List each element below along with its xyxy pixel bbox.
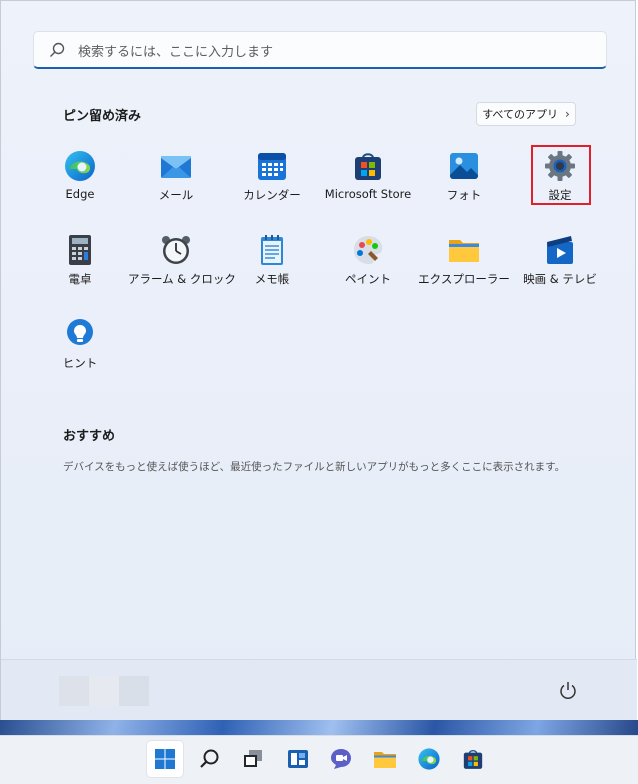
app-label: 映画 & テレビ xyxy=(523,272,597,286)
user-name-blurred[interactable] xyxy=(89,676,119,706)
taskbar-search-button[interactable] xyxy=(195,744,225,774)
edge-icon xyxy=(65,151,95,181)
app-file-explorer[interactable]: エクスプローラー xyxy=(416,233,512,303)
paint-icon xyxy=(354,236,383,264)
app-label: 電卓 xyxy=(68,272,92,286)
settings-highlight-box xyxy=(531,145,591,205)
taskbar-start-button[interactable] xyxy=(147,741,183,777)
search-input[interactable]: 検索するには、ここに入力します xyxy=(33,31,607,69)
recommended-title: おすすめ xyxy=(63,429,116,444)
app-label: ヒント xyxy=(62,356,98,370)
desktop-wallpaper xyxy=(0,720,638,735)
app-label: Microsoft Store xyxy=(324,187,412,201)
start-icon xyxy=(155,749,175,769)
alarm-clock-icon xyxy=(162,236,190,264)
app-label: カレンダー xyxy=(243,188,301,202)
start-menu: 検索するには、ここに入力します ピン留め済み すべてのアプリ › Edge メー… xyxy=(0,0,637,722)
taskbar xyxy=(0,735,638,784)
file-explorer-icon xyxy=(374,752,396,768)
mail-icon xyxy=(161,156,191,178)
taskbar-file-explorer-button[interactable] xyxy=(370,744,400,774)
taskbar-chat-button[interactable] xyxy=(326,744,356,774)
all-apps-button[interactable]: すべてのアプリ › xyxy=(476,102,576,126)
taskbar-edge-button[interactable] xyxy=(414,744,444,774)
power-icon[interactable] xyxy=(557,680,579,702)
app-calendar[interactable]: カレンダー xyxy=(224,149,320,219)
search-icon xyxy=(200,749,219,768)
recommended-description: デバイスをもっと使えば使うほど、最近使ったファイルと新しいアプリがもっと多くここ… xyxy=(63,461,566,473)
search-icon xyxy=(50,42,65,57)
edge-icon xyxy=(418,748,440,770)
app-label: フォト xyxy=(446,188,482,202)
app-label: エクスプローラー xyxy=(418,272,510,286)
app-label: メモ帳 xyxy=(254,272,290,286)
task-view-icon xyxy=(244,750,262,767)
chevron-right-icon: › xyxy=(564,107,570,121)
app-movies-tv[interactable]: 映画 & テレビ xyxy=(512,233,608,303)
app-label: メール xyxy=(158,188,194,202)
photos-icon xyxy=(450,153,478,179)
app-photos[interactable]: フォト xyxy=(416,149,512,219)
widgets-icon xyxy=(288,750,308,768)
app-label: アラーム & クロック xyxy=(128,272,236,286)
all-apps-label: すべてのアプリ xyxy=(482,108,558,121)
app-paint[interactable]: ペイント xyxy=(320,233,416,303)
pinned-title: ピン留め済み xyxy=(63,109,142,124)
store-icon xyxy=(463,750,483,769)
app-notepad[interactable]: メモ帳 xyxy=(224,233,320,303)
chat-icon xyxy=(331,749,351,769)
app-label: ペイント xyxy=(345,272,391,286)
folder-icon xyxy=(449,240,479,262)
movies-tv-icon xyxy=(547,236,573,264)
notepad-icon xyxy=(261,235,283,265)
taskbar-store-button[interactable] xyxy=(458,744,488,774)
store-icon xyxy=(355,153,381,180)
app-edge[interactable]: Edge xyxy=(32,149,128,219)
taskbar-widgets-button[interactable] xyxy=(283,744,313,774)
app-tips[interactable]: ヒント xyxy=(32,317,128,387)
app-microsoft-store[interactable]: Microsoft Store xyxy=(320,149,416,219)
calendar-icon xyxy=(258,153,286,180)
user-avatar-blurred[interactable] xyxy=(59,676,89,706)
app-alarm-clock[interactable]: アラーム & クロック xyxy=(128,233,236,303)
menu-footer xyxy=(1,659,637,722)
app-label: Edge xyxy=(65,187,95,201)
tips-bulb-icon xyxy=(67,319,93,345)
user-name-blurred[interactable] xyxy=(119,676,149,706)
search-placeholder: 検索するには、ここに入力します xyxy=(78,45,274,60)
app-mail[interactable]: メール xyxy=(128,149,224,219)
calculator-icon xyxy=(69,235,91,265)
app-calculator[interactable]: 電卓 xyxy=(32,233,128,303)
taskbar-task-view-button[interactable] xyxy=(238,744,268,774)
